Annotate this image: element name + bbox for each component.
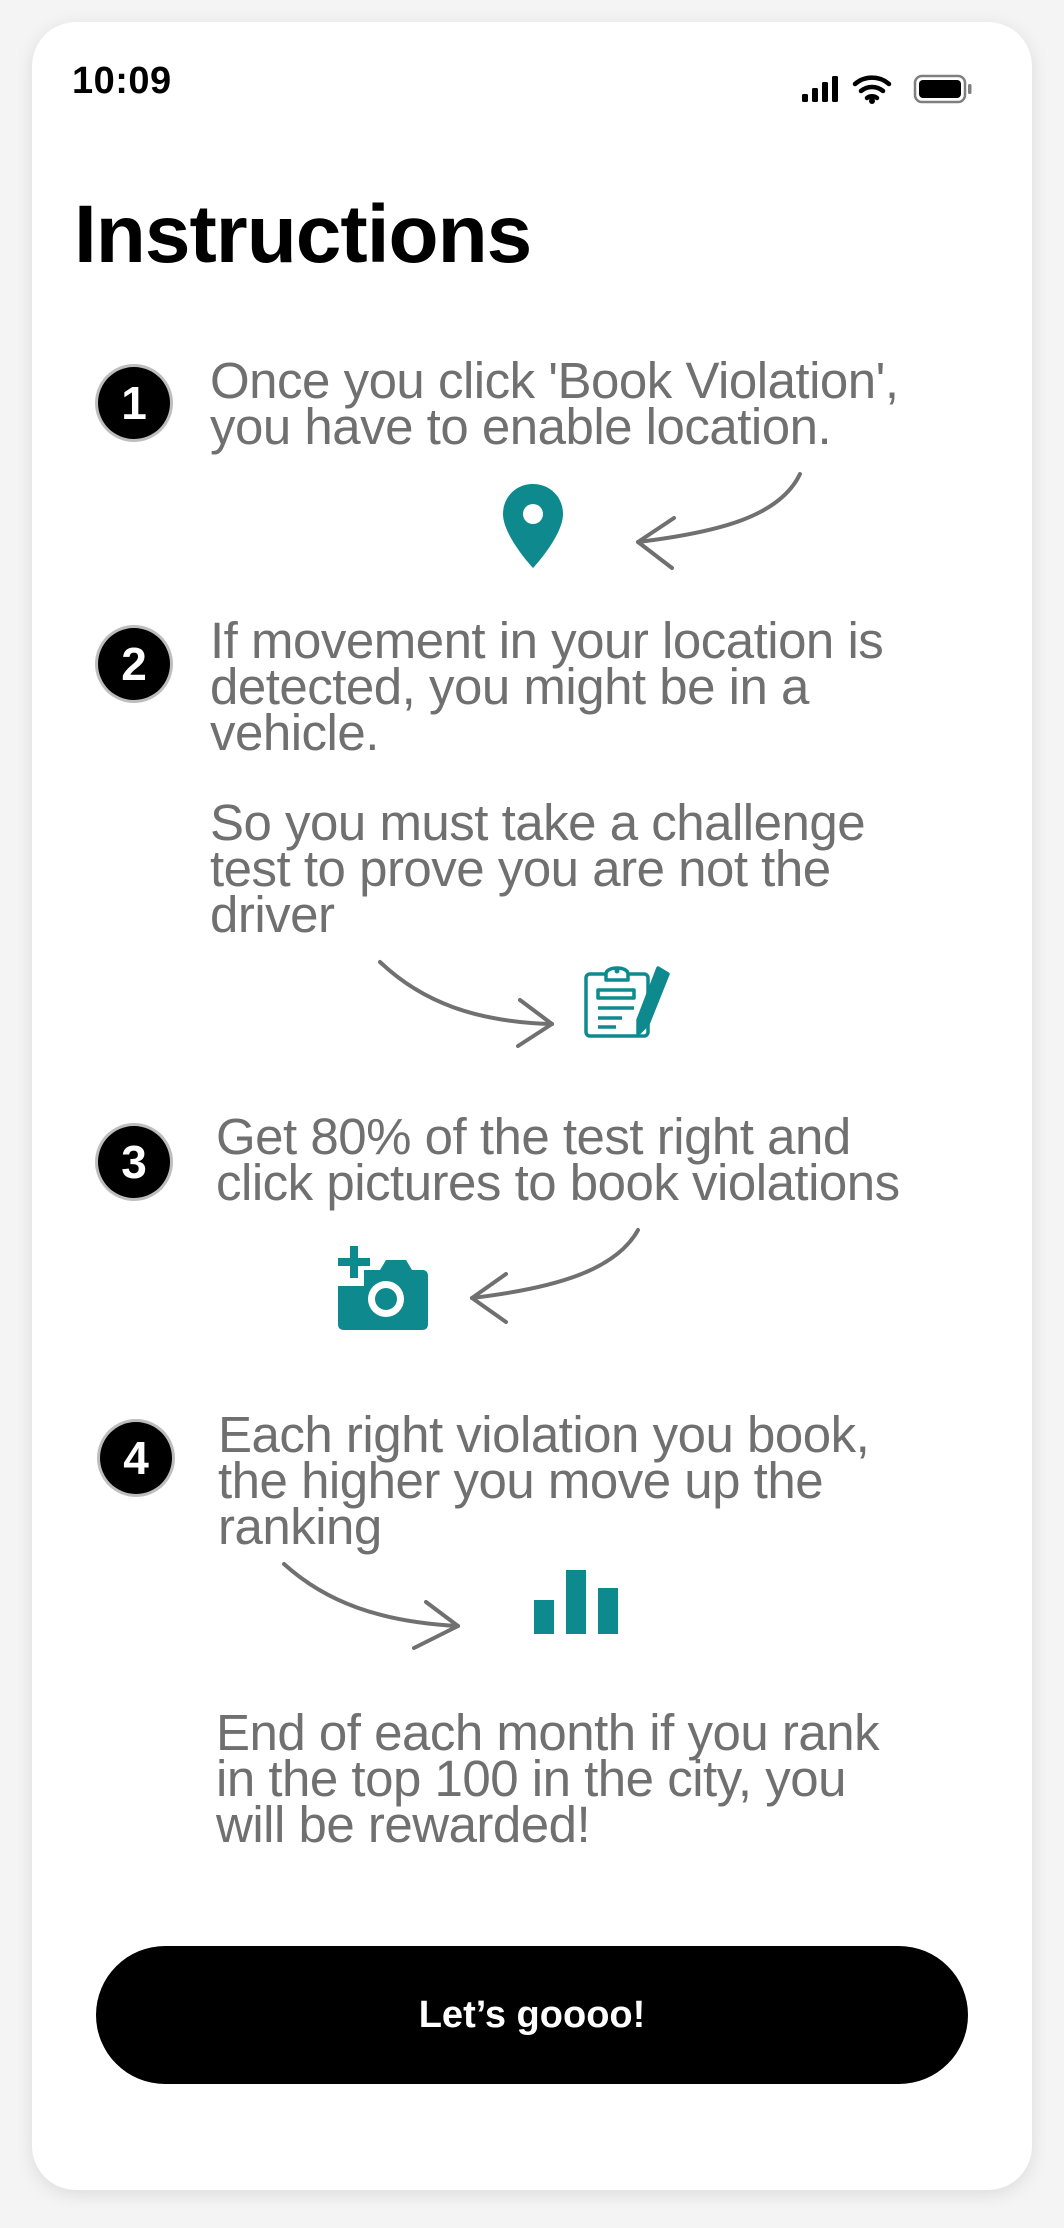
wifi-icon <box>852 75 892 101</box>
step-2-text: If movement in your location is detected… <box>210 612 884 761</box>
arrow-icon <box>378 960 554 1048</box>
add-camera-icon <box>338 1246 428 1330</box>
step-1-text: Once you click 'Book Violation', you hav… <box>210 352 899 455</box>
arrow-icon <box>282 1562 460 1650</box>
page-title: Instructions <box>74 189 532 280</box>
phone-screen <box>32 22 1032 2190</box>
step-1-number: 1 <box>98 367 170 439</box>
status-icons <box>802 74 972 104</box>
clipboard-edit-icon <box>584 966 670 1038</box>
step-4-number: 4 <box>100 1422 172 1494</box>
step-2-extra-text: So you must take a challenge test to pro… <box>210 794 866 943</box>
status-time: 10:09 <box>72 60 172 102</box>
step-3-number: 3 <box>98 1126 170 1198</box>
battery-icon <box>913 74 972 104</box>
arrow-icon <box>470 1228 640 1324</box>
arrow-icon <box>636 472 802 570</box>
step-2-number: 2 <box>98 628 170 700</box>
signal-icon <box>802 76 838 102</box>
reward-note: End of each month if you rank in the top… <box>216 1704 880 1853</box>
lets-go-button[interactable]: Let’s goooo! <box>96 1946 968 2084</box>
location-pin-icon <box>503 484 563 568</box>
bar-chart-icon <box>534 1570 618 1634</box>
step-4-text: Each right violation you book, the highe… <box>218 1406 870 1555</box>
step-3-text: Get 80% of the test right and click pict… <box>216 1108 900 1211</box>
